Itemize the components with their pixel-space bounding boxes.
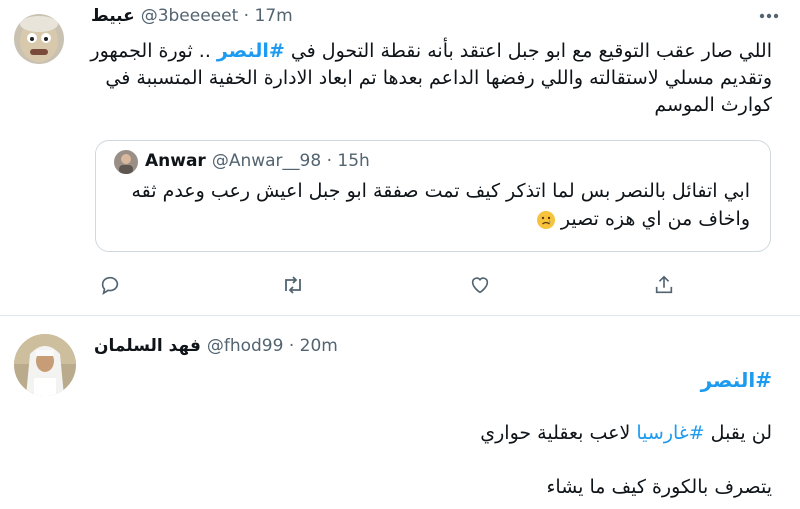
hashtag-link[interactable]: #النصر — [72, 368, 772, 392]
more-icon[interactable] — [756, 6, 782, 26]
quoted-line-2: واخاف من اي هزه تصير — [110, 205, 750, 233]
tweet-text-line: يتصرف بالكورة كيف ما يشاء — [546, 476, 772, 498]
separator-dot: · — [283, 336, 300, 356]
quoted-line: ابي اتفائل بالنصر بس لما اتذكر كيف تمت ص… — [131, 180, 750, 202]
separator-dot: · — [321, 151, 338, 171]
tweet-header: فهد السلمان @fhod99 · 20m — [94, 336, 338, 356]
avatar[interactable] — [14, 334, 76, 396]
tweet-text-part: اللي صار عقب التوقيع مع ابو جبل اعتقد بأ… — [284, 40, 772, 62]
tweet-text-line: لن يقبل #غارسيا لاعب بعقلية حواري — [72, 422, 772, 444]
hashtag-link[interactable]: #غارسيا — [636, 422, 704, 444]
quoted-display-name[interactable]: Anwar — [145, 151, 206, 171]
avatar[interactable] — [14, 14, 64, 64]
separator-dot: · — [238, 6, 255, 26]
quoted-text: ابي اتفائل بالنصر بس لما اتذكر كيف تمت ص… — [110, 177, 750, 233]
quoted-tweet[interactable]: Anwar @Anwar__98 · 15h ابي اتفائل بالنصر… — [95, 140, 771, 252]
handle[interactable]: @fhod99 — [207, 336, 284, 356]
quoted-line-text: واخاف من اي هزه تصير — [560, 208, 750, 230]
timestamp[interactable]: 17m — [255, 6, 293, 26]
handle[interactable]: @3beeeeet — [141, 6, 239, 26]
share-icon[interactable] — [649, 270, 679, 300]
hashtag-link[interactable]: #النصر — [217, 40, 285, 62]
timestamp[interactable]: 20m — [300, 336, 338, 356]
display-name[interactable]: فهد السلمان — [94, 336, 201, 356]
tweet-1[interactable]: عبيط @3beeeeet · 17m اللي صار عقب التوقي… — [0, 0, 800, 316]
quoted-avatar[interactable] — [114, 150, 138, 174]
like-icon[interactable] — [465, 270, 495, 300]
tweet-text-part: لن يقبل — [704, 422, 772, 444]
reply-icon[interactable] — [95, 270, 125, 300]
quoted-handle[interactable]: @Anwar__98 — [212, 151, 321, 171]
tweet-2[interactable]: فهد السلمان @fhod99 · 20m #النصر لن يقبل… — [0, 316, 800, 509]
display-name[interactable]: عبيط — [91, 6, 135, 26]
quoted-timestamp[interactable]: 15h — [337, 151, 369, 171]
crying-emoji-icon — [536, 210, 555, 229]
retweet-icon[interactable] — [278, 270, 308, 300]
tweet-text: اللي صار عقب التوقيع مع ابو جبل اعتقد بأ… — [72, 38, 772, 119]
tweet-header: عبيط @3beeeeet · 17m — [91, 6, 293, 26]
quoted-header: Anwar @Anwar__98 · 15h — [145, 151, 370, 171]
tweet-text-part: لاعب بعقلية حواري — [480, 422, 637, 444]
tweet-actions — [90, 270, 690, 300]
